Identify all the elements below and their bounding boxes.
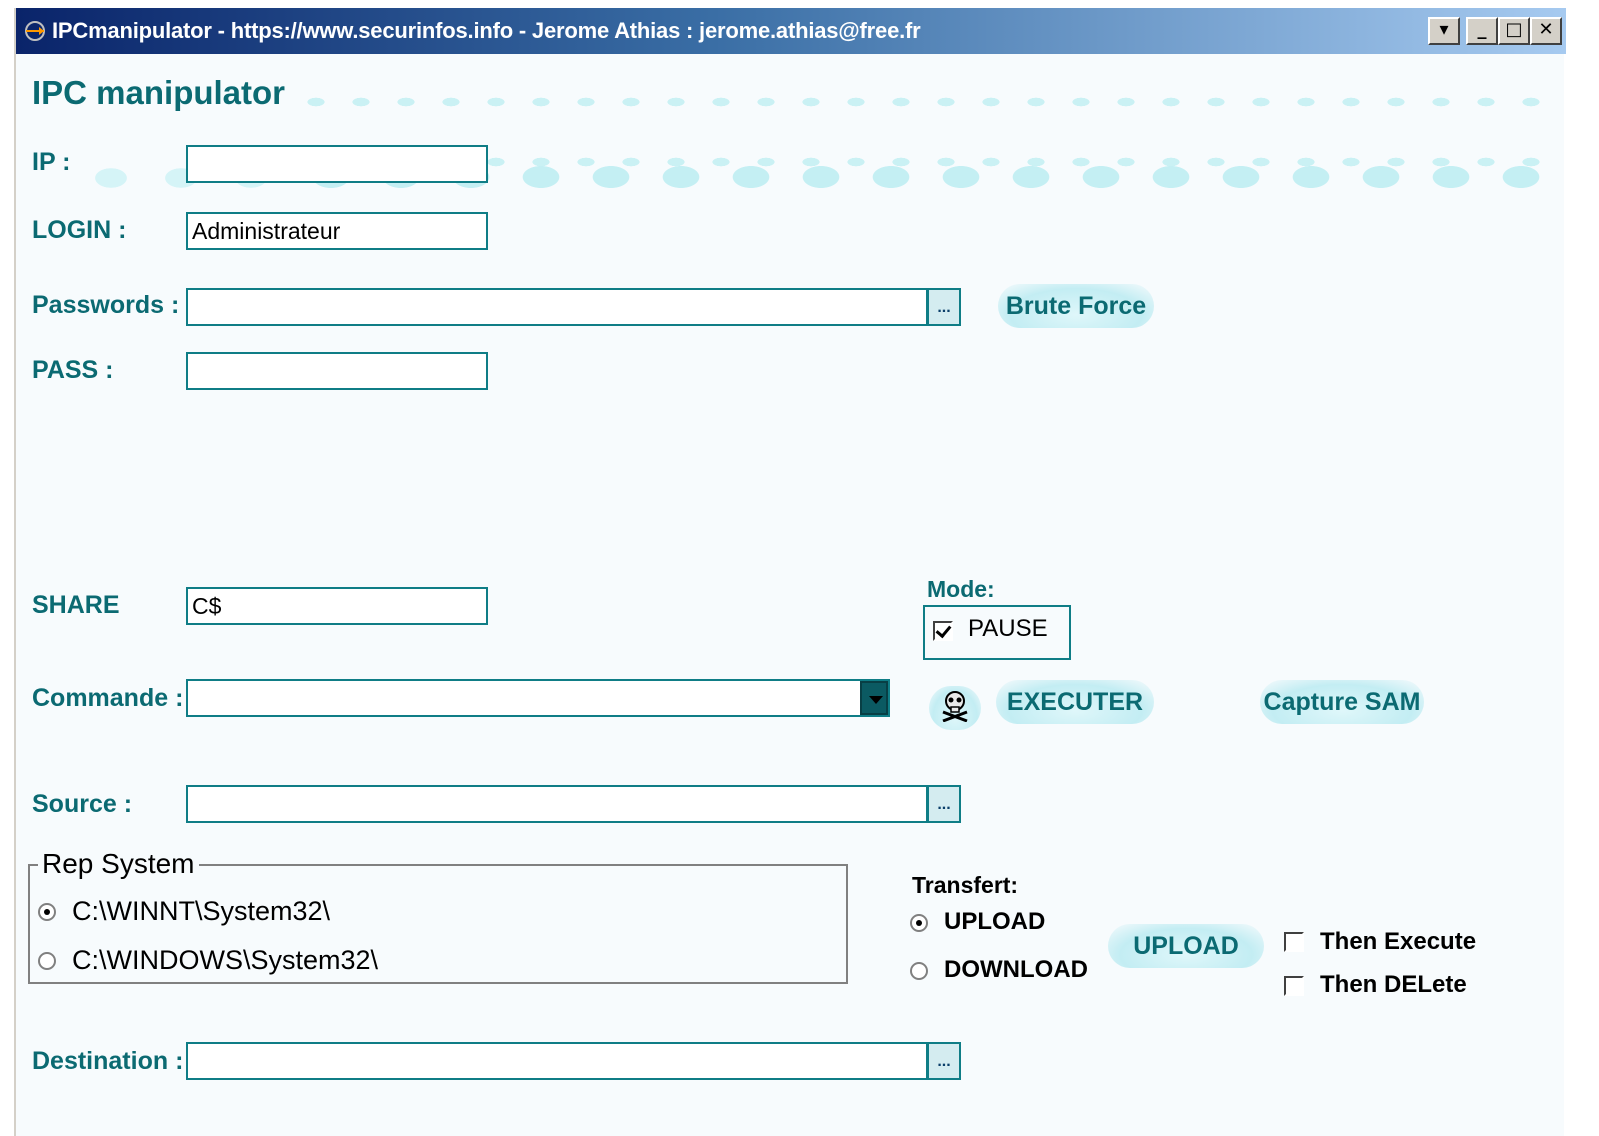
pass-input[interactable] [186,352,488,390]
then-delete-checkbox[interactable] [1284,976,1304,996]
transfert-label: Transfert: [912,872,1019,898]
app-window: IPCmanipulator - https://www.securinfos.… [14,8,1566,1136]
share-input[interactable] [186,587,488,625]
rep-system-option-windows[interactable]: C:\WINDOWS\System32\ [72,945,378,976]
app-icon [25,21,45,41]
transfert-option-download[interactable]: DOWNLOAD [944,956,1088,984]
ip-input[interactable] [186,145,488,183]
passwords-label: Passwords : [32,291,180,319]
skull-icon [942,691,968,722]
pause-label: PAUSE [968,615,1048,642]
pass-label: PASS : [32,356,114,384]
login-input[interactable] [186,212,488,250]
chevron-down-icon[interactable] [860,681,888,715]
minimize-button[interactable]: _ [1466,17,1498,45]
close-button[interactable]: ✕ [1530,17,1562,45]
share-label: SHARE [32,591,120,619]
maximize-button[interactable]: □ [1498,17,1530,45]
passwords-file-input[interactable] [186,288,928,326]
rep-system-radio-winnt[interactable] [38,903,56,921]
rep-system-radio-windows[interactable] [38,952,56,970]
transfert-option-upload[interactable]: UPLOAD [944,908,1045,936]
commande-combobox[interactable] [186,679,890,717]
app-title: IPC manipulator [32,74,286,111]
passwords-browse-button[interactable]: ... [927,288,961,326]
upload-button[interactable]: UPLOAD [1108,924,1264,968]
source-input[interactable] [186,785,928,823]
pause-checkbox[interactable] [933,621,953,641]
destination-label: Destination : [32,1047,184,1075]
mode-label: Mode: [927,576,995,602]
executer-button[interactable]: EXECUTER [996,680,1154,724]
brute-force-button[interactable]: Brute Force [998,284,1154,328]
then-delete-label: Then DELete [1320,971,1467,998]
rep-system-option-winnt[interactable]: C:\WINNT\System32\ [72,896,330,927]
destination-input[interactable] [186,1042,928,1080]
help-button[interactable]: ▾ [1428,17,1460,45]
cloud-decoration [296,82,1566,202]
then-execute-label: Then Execute [1320,928,1477,955]
transfert-radio-download[interactable] [910,962,928,980]
destination-browse-button[interactable]: ... [927,1042,961,1080]
commande-label: Commande : [32,684,184,712]
capture-sam-button[interactable]: Capture SAM [1260,680,1424,724]
transfert-radio-upload[interactable] [910,914,928,932]
source-label: Source : [32,790,133,818]
login-label: LOGIN : [32,216,127,244]
rep-system-title: Rep System [38,848,199,880]
window-title: IPCmanipulator - https://www.securinfos.… [52,18,921,43]
ip-label: IP : [32,148,71,176]
source-browse-button[interactable]: ... [927,785,961,823]
skull-button[interactable] [929,686,981,730]
then-execute-checkbox[interactable] [1284,932,1304,952]
title-bar[interactable]: IPCmanipulator - https://www.securinfos.… [16,8,1566,54]
